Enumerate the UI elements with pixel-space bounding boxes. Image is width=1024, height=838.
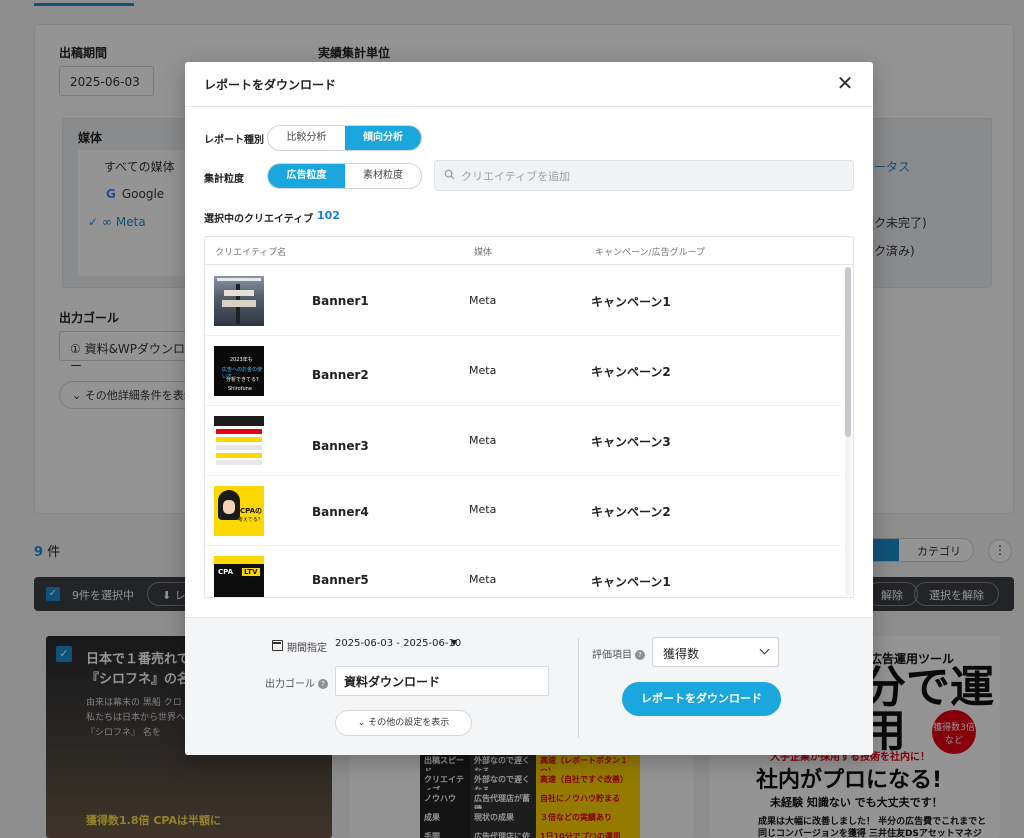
chevron-down-icon [759,644,770,655]
table-row[interactable]: Banner3 Meta キャンペーン3 [205,406,841,476]
header-campaign: キャンペーン/広告グループ [595,248,706,258]
creative-search [434,160,854,191]
creative-thumbnail: CPAの 考えてる？ [214,486,264,536]
footer-divider [578,638,579,738]
output-goal-field[interactable]: 資料ダウンロード [335,666,549,696]
close-icon[interactable]: ✕ [833,72,857,96]
scrollbar-thumb[interactable] [845,267,851,437]
creative-name: Banner3 [312,439,369,453]
creative-campaign: キャンペーン2 [591,505,671,519]
table-header: クリエイティブ名 媒体 キャンペーン/広告グループ [205,237,853,265]
selected-creatives-label: 選択中のクリエイティブ [204,214,314,225]
granularity-toggle: 広告粒度 素材粒度 [267,163,422,189]
modal-title: レポートをダウンロード [204,78,337,92]
creative-campaign: キャンペーン1 [591,575,671,589]
creative-name: Banner1 [312,294,369,308]
report-type-label: レポート種別 [204,135,264,146]
table-row[interactable]: CPAの 考えてる？ Banner4 Meta キャンペーン2 [205,476,841,546]
help-icon[interactable]: ? [635,650,645,660]
evaluation-label: 評価項目? [592,646,645,661]
creative-thumbnail [214,276,264,326]
creative-media: Meta [469,364,497,377]
caret-down-icon[interactable]: ▼ [451,638,457,647]
creative-media: Meta [469,434,497,447]
creative-campaign: キャンペーン1 [591,295,671,309]
creative-name: Banner4 [312,505,369,519]
header-media: 媒体 [474,248,493,258]
download-report-button[interactable]: レポートをダウンロード [622,682,781,716]
report-type-toggle: 比較分析 傾向分析 [267,125,422,151]
creative-name: Banner5 [312,573,369,587]
creative-media: Meta [469,503,497,516]
modal-header: レポートをダウンロード ✕ [185,62,873,107]
search-input[interactable] [461,167,841,185]
more-settings-button[interactable]: ⌄ その他の設定を表示 [335,710,472,736]
creative-media: Meta [469,573,497,586]
creative-thumbnail [214,416,264,466]
report-type-compare[interactable]: 比較分析 [268,126,345,150]
chevron-down-icon: ⌄ [357,718,369,728]
header-creative-name: クリエイティブ名 [215,248,287,258]
creative-thumbnail: 2023年も 広告へのお金の使い方 分析できてる？ Shirofune [214,346,264,396]
creative-campaign: キャンペーン2 [591,365,671,379]
selected-creatives-count: 102 [317,209,340,222]
granularity-ad[interactable]: 広告粒度 [268,164,345,188]
period-label: 期間指定 [287,643,327,654]
granularity-asset[interactable]: 素材粒度 [345,164,421,188]
table-scrollbar[interactable] [845,267,851,595]
table-row[interactable]: CPA LTV Banner5 Meta キャンペーン1 [205,546,841,597]
help-icon[interactable]: ? [318,679,328,689]
download-report-modal: レポートをダウンロード ✕ レポート種別 比較分析 傾向分析 集計粒度 広告粒度… [185,62,873,755]
output-goal-label: 出力ゴール? [265,675,328,690]
evaluation-select[interactable]: 獲得数 [652,637,779,667]
period-select[interactable]: 2025-06-03 - 2025-06-10 [335,638,461,649]
creative-media: Meta [469,294,497,307]
creative-campaign: キャンペーン3 [591,435,671,449]
granularity-label: 集計粒度 [204,174,244,185]
creative-thumbnail: CPA LTV [214,556,264,597]
modal-footer: 期間指定 2025-06-03 - 2025-06-10 ▼ 出力ゴール? 資料… [185,617,873,755]
report-type-trend[interactable]: 傾向分析 [345,126,421,150]
table-row[interactable]: Banner1 Meta キャンペーン1 [205,266,841,336]
table-row[interactable]: 2023年も 広告へのお金の使い方 分析できてる？ Shirofune Bann… [205,336,841,406]
search-icon [444,169,455,180]
creative-name: Banner2 [312,368,369,382]
creative-table: クリエイティブ名 媒体 キャンペーン/広告グループ Banner1 Meta キ… [204,236,854,598]
calendar-icon [272,640,283,651]
